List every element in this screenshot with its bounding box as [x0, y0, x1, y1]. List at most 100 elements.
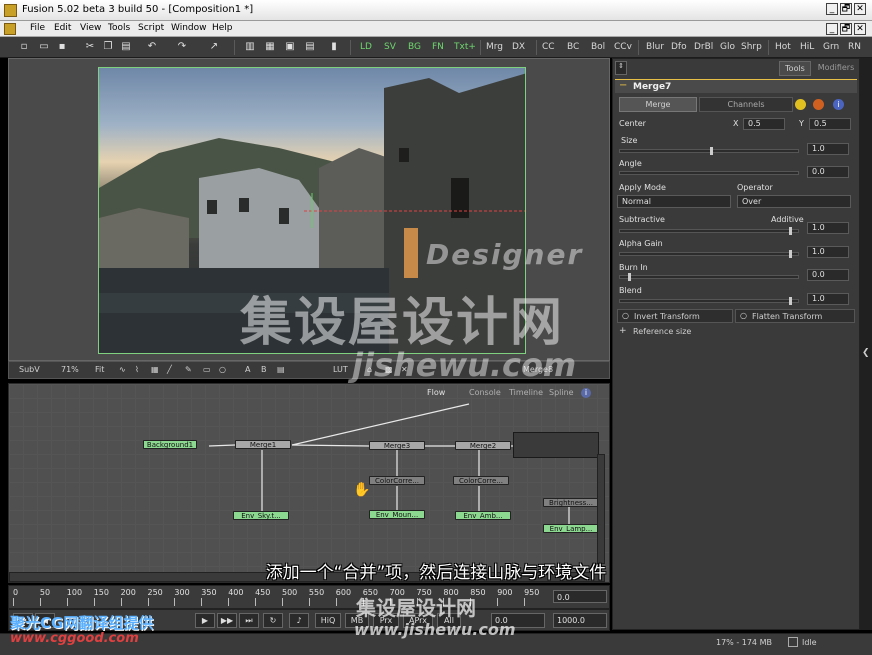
restore-button[interactable]: 🗗 — [840, 3, 852, 15]
goto-end-button[interactable]: ⏭ — [239, 613, 259, 628]
doc-minimize-button[interactable]: _ — [826, 23, 838, 35]
doc-restore-button[interactable]: 🗗 — [840, 23, 852, 35]
tool-header[interactable]: − Merge7 — [615, 79, 857, 93]
node-colorcorrector1[interactable]: ColorCorre... — [369, 476, 425, 485]
node-brightness[interactable]: Brightness... — [543, 498, 599, 507]
tool-bg[interactable]: BG — [408, 42, 421, 52]
menu-help[interactable]: Help — [212, 23, 233, 33]
step-forward-button[interactable]: ▶▶ — [217, 613, 237, 628]
zoom-dropdown[interactable]: 71% — [61, 365, 79, 374]
alpha-gain-slider[interactable] — [619, 252, 799, 256]
additive-slider[interactable] — [619, 229, 799, 233]
node-merge1[interactable]: Merge1 — [235, 440, 291, 449]
settings-gear-icon[interactable] — [813, 99, 824, 110]
tool-ld[interactable]: LD — [360, 42, 372, 52]
menu-window[interactable]: Window — [171, 23, 207, 33]
time-ruler[interactable]: 0 50 100 150 200 250 300 350 400 450 500 550 600 650 7… — [8, 585, 610, 609]
undo-icon[interactable]: ↶ — [146, 41, 158, 53]
collapse-icon[interactable]: − — [619, 80, 627, 91]
tab-tools[interactable]: Tools — [779, 61, 811, 76]
grid-icon[interactable]: ▦ — [151, 365, 159, 374]
minimize-button[interactable]: _ — [826, 3, 838, 15]
tool-dx[interactable]: DX — [512, 42, 525, 52]
node-env-ambient[interactable]: Env_Amb... — [455, 511, 511, 520]
burn-in-field[interactable]: 0.0 — [807, 269, 849, 281]
menu-view[interactable]: View — [80, 23, 101, 33]
brush-icon[interactable]: ╱ — [167, 365, 172, 374]
additive-slider-thumb[interactable] — [789, 227, 792, 235]
alpha-gain-slider-thumb[interactable] — [789, 250, 792, 258]
angle-slider[interactable] — [619, 171, 799, 175]
menu-script[interactable]: Script — [138, 23, 164, 33]
save-icon[interactable]: ▪ — [56, 41, 68, 53]
center-x-field[interactable]: 0.5 — [743, 118, 785, 130]
play-button[interactable]: ▶ — [195, 613, 215, 628]
flow-view[interactable]: Flow Console Timeline Spline i Backgroun… — [8, 383, 610, 583]
size-slider[interactable] — [619, 149, 799, 153]
flatten-transform-checkbox[interactable]: ○ Flatten Transform — [735, 309, 855, 323]
reference-size-section[interactable]: + Reference size — [617, 326, 855, 339]
render-icon[interactable]: ↗ — [208, 41, 220, 53]
close-button[interactable]: ✕ — [854, 3, 866, 15]
channel-b-icon[interactable]: B — [261, 365, 267, 374]
tool-mrg[interactable]: Mrg — [486, 42, 503, 52]
layout-1-icon[interactable]: ▥ — [244, 41, 256, 53]
copy-icon[interactable]: ❐ — [102, 41, 114, 53]
open-folder-icon[interactable]: ▭ — [38, 41, 50, 53]
channel-a-icon[interactable]: A — [245, 365, 250, 374]
tool-txt[interactable]: Txt+ — [454, 42, 476, 52]
tool-hil[interactable]: HiL — [800, 42, 814, 52]
invert-transform-checkbox[interactable]: ○ Invert Transform — [617, 309, 733, 323]
circle-icon[interactable]: ○ — [219, 365, 226, 374]
menu-edit[interactable]: Edit — [54, 23, 71, 33]
hiq-button[interactable]: HiQ — [315, 613, 341, 628]
layout-2-icon[interactable]: ▦ — [264, 41, 276, 53]
tool-sv[interactable]: SV — [384, 42, 396, 52]
additive-field[interactable]: 1.0 — [807, 222, 849, 234]
node-env-sky[interactable]: Env_Sky.t... — [233, 511, 289, 520]
tool-shrp[interactable]: Shrp — [741, 42, 762, 52]
flow-minimap[interactable] — [513, 432, 599, 458]
size-slider-thumb[interactable] — [710, 147, 713, 155]
burn-in-slider[interactable] — [619, 275, 799, 279]
tool-dfo[interactable]: Dfo — [671, 42, 687, 52]
subtab-merge[interactable]: Merge — [619, 97, 697, 112]
expand-plus-icon[interactable]: + — [619, 326, 627, 336]
subtab-channels[interactable]: Channels — [699, 97, 793, 112]
operator-dropdown[interactable]: Over — [737, 195, 851, 208]
cut-icon[interactable]: ✂ — [84, 41, 96, 53]
node-merge2[interactable]: Merge2 — [455, 441, 511, 450]
rectangle-icon[interactable]: ▭ — [203, 365, 211, 374]
tool-ccv[interactable]: CCv — [614, 42, 632, 52]
pen-icon[interactable]: ✎ — [185, 365, 192, 374]
alpha-gain-field[interactable]: 1.0 — [807, 246, 849, 258]
tool-cc[interactable]: CC — [542, 42, 555, 52]
menu-file[interactable]: File — [30, 23, 45, 33]
waveform-icon[interactable]: ∿ — [119, 365, 126, 374]
blend-field[interactable]: 1.0 — [807, 293, 849, 305]
burn-in-slider-thumb[interactable] — [628, 273, 631, 281]
flow-vertical-scrollbar[interactable] — [597, 454, 605, 564]
blend-slider[interactable] — [619, 299, 799, 303]
node-env-lamp[interactable]: Env_Lamp... — [543, 524, 599, 533]
loop-button[interactable]: ↻ — [263, 613, 283, 628]
tool-glo[interactable]: Glo — [720, 42, 735, 52]
paste-icon[interactable]: ▤ — [120, 41, 132, 53]
angle-field[interactable]: 0.0 — [807, 166, 849, 178]
layout-4-icon[interactable]: ▤ — [304, 41, 316, 53]
channel-rgb-icon[interactable]: ▤ — [277, 365, 285, 374]
tool-fn[interactable]: FN — [432, 42, 444, 52]
redo-icon[interactable]: ↷ — [176, 41, 188, 53]
layout-5-icon[interactable]: ▮ — [328, 41, 340, 53]
new-file-icon[interactable]: ▫ — [18, 41, 30, 53]
apply-mode-dropdown[interactable]: Normal — [617, 195, 731, 208]
tool-bol[interactable]: Bol — [591, 42, 605, 52]
layout-3-icon[interactable]: ▣ — [284, 41, 296, 53]
node-env-mountain[interactable]: Env_Moun... — [369, 510, 425, 519]
tool-bc[interactable]: BC — [567, 42, 579, 52]
center-y-field[interactable]: 0.5 — [809, 118, 851, 130]
menu-tools[interactable]: Tools — [108, 23, 130, 33]
radiation-icon[interactable] — [795, 99, 806, 110]
tab-modifiers[interactable]: Modifiers — [815, 61, 857, 76]
blend-slider-thumb[interactable] — [789, 297, 792, 305]
